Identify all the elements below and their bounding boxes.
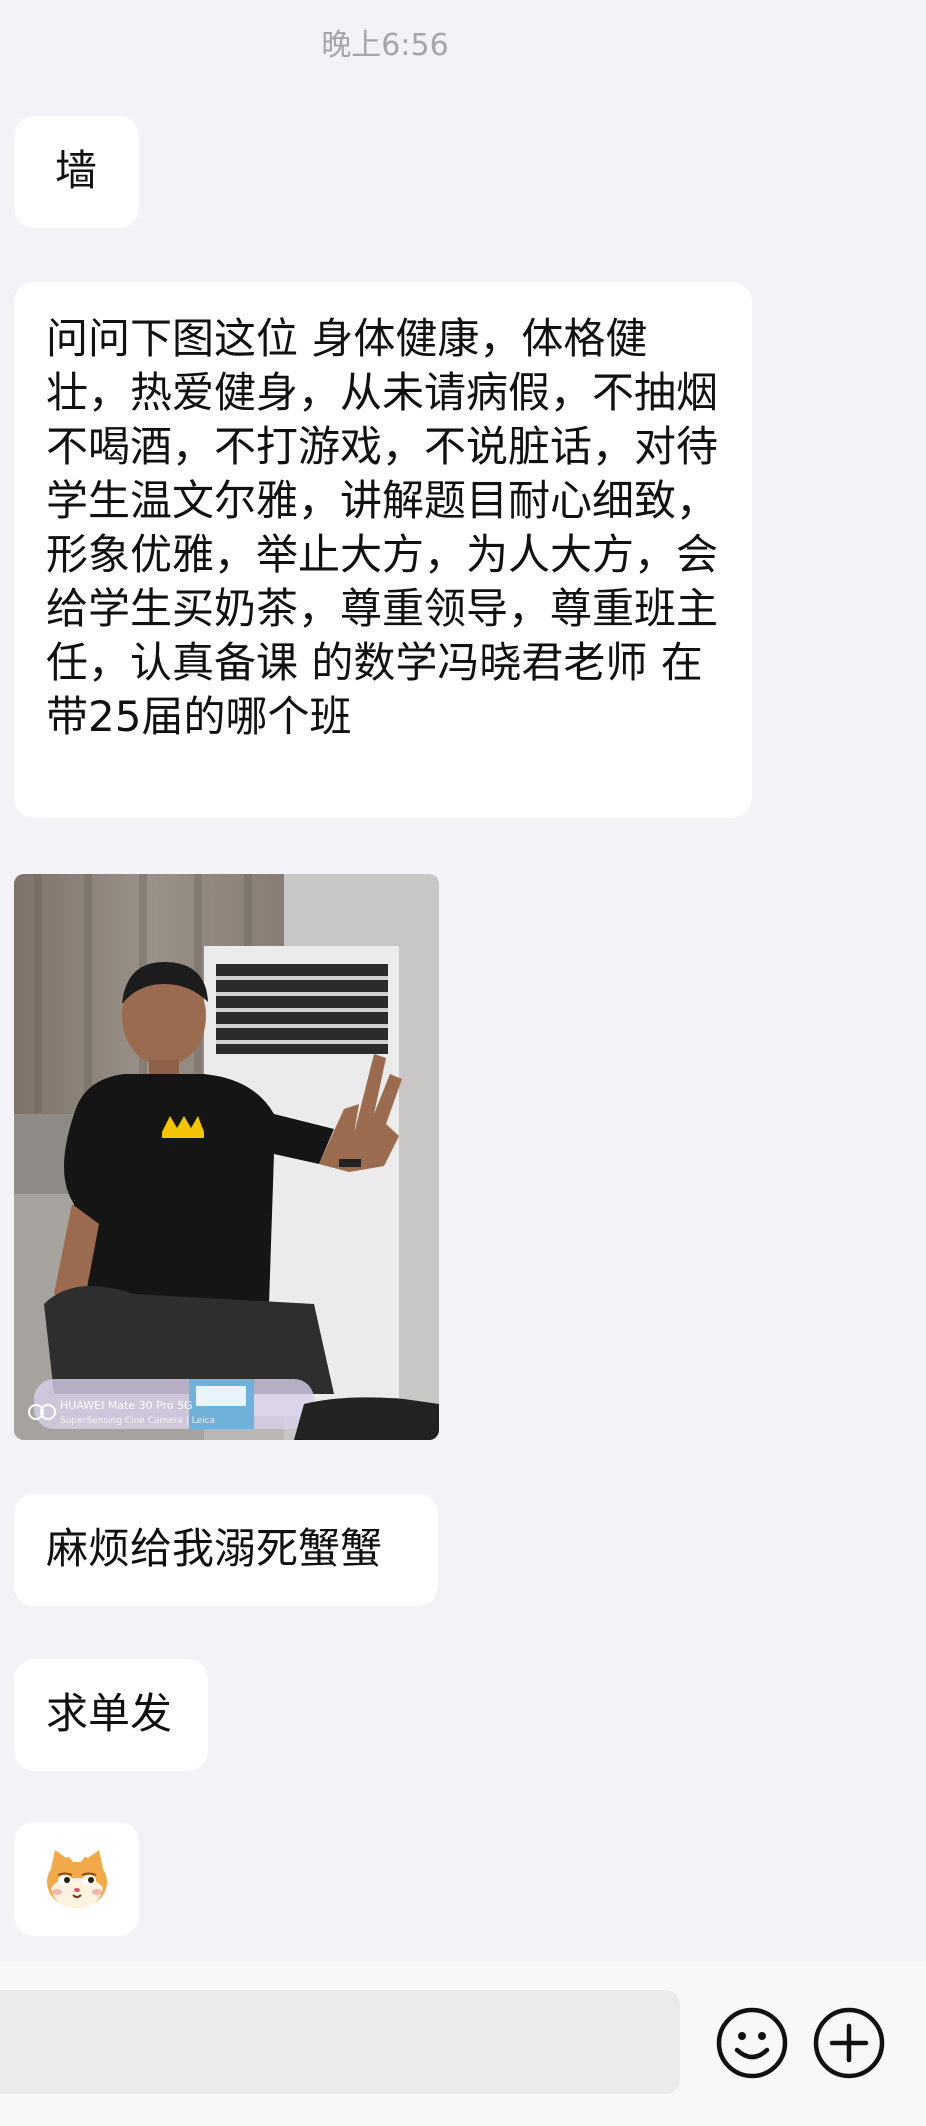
chat-screen: 晚上6:56 墙 问问下图这位 身体健康，体格健壮，热爱健身，从未请病假，不抽烟… [0,0,926,2126]
photo-watermark-line2: SuperSensing Cine Camera | Leica [60,1416,215,1426]
photo-message[interactable]: HUAWEI Mate 30 Pro 5G SuperSensing Cine … [14,874,439,1440]
input-bar [0,1962,926,2126]
message-text: 问问下图这位 身体健康，体格健壮，热爱健身，从未请病假，不抽烟不喝酒，不打游戏，… [46,314,719,741]
plus-circle-icon [813,2007,885,2079]
message-text: 麻烦给我溺死蟹蟹 [46,1524,383,1573]
smiley-icon [716,2007,788,2079]
message-input[interactable] [0,1990,680,2094]
photo-watermark-line1: HUAWEI Mate 30 Pro 5G [60,1399,193,1412]
message-text: 墙 [55,146,98,195]
hamster-face-icon [47,1850,107,1908]
message-bubble[interactable]: 求单发 [14,1659,208,1771]
message-bubble[interactable]: 麻烦给我溺死蟹蟹 [14,1494,438,1606]
sticker-message[interactable] [14,1822,139,1936]
emoji-button[interactable] [715,2006,789,2080]
message-bubble[interactable]: 墙 [14,116,139,228]
message-bubble[interactable]: 问问下图这位 身体健康，体格健壮，热爱健身，从未请病假，不抽烟不喝酒，不打游戏，… [14,282,752,818]
message-text: 求单发 [46,1689,173,1738]
message-timestamp: 晚上6:56 [321,28,449,63]
add-button[interactable] [812,2006,886,2080]
photo-image: HUAWEI Mate 30 Pro 5G SuperSensing Cine … [14,874,439,1440]
